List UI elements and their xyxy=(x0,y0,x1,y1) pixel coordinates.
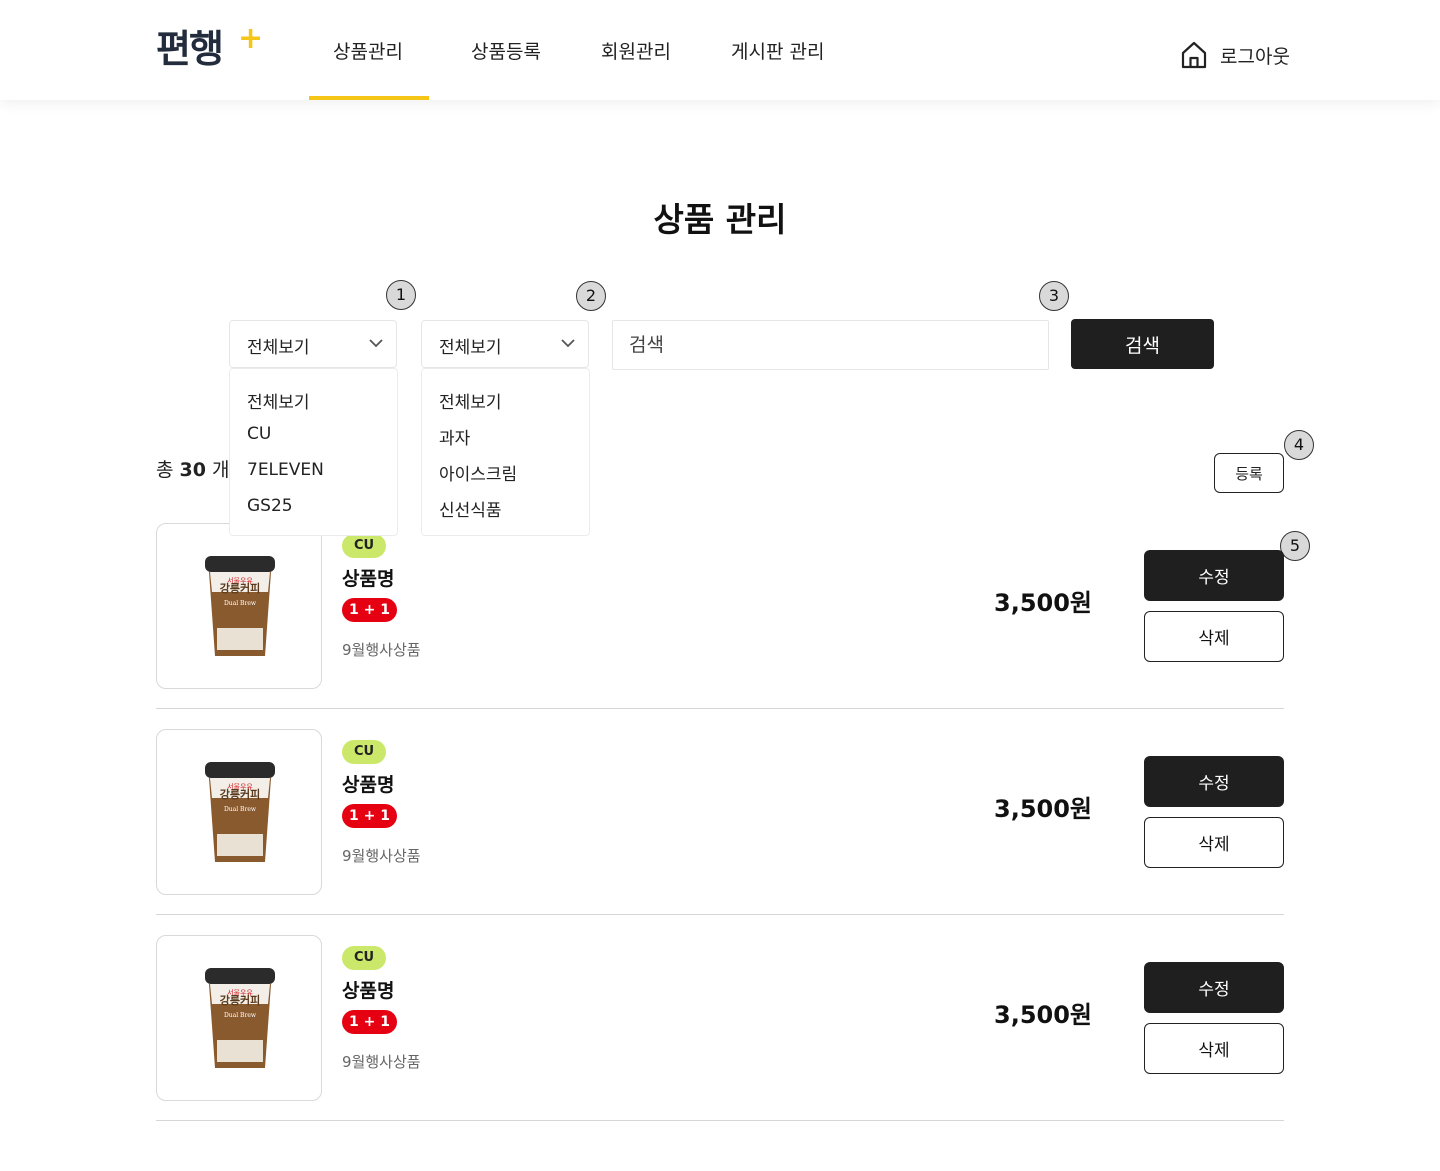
event-label: 9월행사상품 xyxy=(342,1053,421,1071)
page-title: 상품 관리 xyxy=(653,200,787,239)
logout-label: 로그아웃 xyxy=(1220,45,1290,68)
product-row: 서울우유 강릉커피 Dual Brew CU 상품명 1 + 1 9월행사상품 … xyxy=(156,935,1284,1121)
edit-button[interactable]: 수정 xyxy=(1144,962,1284,1013)
annotation-marker-2: 2 xyxy=(576,281,606,311)
nav-product-manage[interactable]: 상품관리 xyxy=(333,38,403,66)
store-select-value: 전체보기 xyxy=(247,338,310,358)
product-row: 서울우유 강릉커피 Dual Brew CU 상품명 1 + 1 9월행사상품 … xyxy=(156,729,1284,915)
logo-plus: + xyxy=(238,21,263,56)
svg-text:강릉커피: 강릉커피 xyxy=(220,581,260,595)
product-image[interactable]: 서울우유 강릉커피 Dual Brew xyxy=(156,935,322,1101)
delete-button[interactable]: 삭제 xyxy=(1144,1023,1284,1074)
coffee-cup-image: 서울우유 강릉커피 Dual Brew xyxy=(205,968,275,1068)
svg-text:Dual Brew: Dual Brew xyxy=(224,600,257,607)
edit-button[interactable]: 수정 xyxy=(1144,550,1284,601)
register-button[interactable]: 등록 xyxy=(1214,453,1284,493)
category-option[interactable]: 전체보기 xyxy=(439,388,502,413)
store-option[interactable]: GS25 xyxy=(247,496,293,516)
store-option[interactable]: 전체보기 xyxy=(247,388,310,413)
store-badge: CU xyxy=(342,740,386,764)
coffee-cup-image: 서울우유 강릉커피 Dual Brew xyxy=(205,556,275,656)
row-divider xyxy=(156,914,1284,915)
annotation-marker-1: 1 xyxy=(386,280,416,310)
total-number: 30 xyxy=(179,459,206,481)
home-icon xyxy=(1181,41,1207,69)
store-badge: CU xyxy=(342,534,386,558)
store-option[interactable]: CU xyxy=(247,424,271,444)
total-count: 총 30 개 xyxy=(156,455,230,482)
product-image[interactable]: 서울우유 강릉커피 Dual Brew xyxy=(156,523,322,689)
nav-board-manage[interactable]: 게시판 관리 xyxy=(731,38,824,66)
product-name: 상품명 xyxy=(342,774,395,796)
product-price: 3,500원 xyxy=(994,795,1092,823)
category-option[interactable]: 신선식품 xyxy=(439,496,502,521)
store-option[interactable]: 7ELEVEN xyxy=(247,460,324,480)
promo-badge: 1 + 1 xyxy=(342,804,397,828)
svg-text:강릉커피: 강릉커피 xyxy=(220,787,260,801)
active-nav-indicator xyxy=(309,96,429,100)
row-divider xyxy=(156,1120,1284,1121)
total-suffix: 개 xyxy=(212,459,230,481)
total-prefix: 총 xyxy=(156,459,174,481)
edit-button[interactable]: 수정 xyxy=(1144,756,1284,807)
svg-text:강릉커피: 강릉커피 xyxy=(220,993,260,1007)
store-dropdown: 전체보기 CU 7ELEVEN GS25 xyxy=(229,368,398,536)
logo-text: 편행 xyxy=(156,27,224,71)
search-button[interactable]: 검색 xyxy=(1071,319,1214,369)
chevron-down-icon xyxy=(369,339,383,348)
search-input[interactable] xyxy=(612,320,1049,370)
category-select-value: 전체보기 xyxy=(439,338,502,358)
row-divider xyxy=(156,708,1284,709)
top-header: 편행 + 상품관리 상품등록 회원관리 게시판 관리 로그아웃 xyxy=(0,0,1440,100)
nav-product-register[interactable]: 상품등록 xyxy=(471,38,541,66)
annotation-marker-4: 4 xyxy=(1284,430,1314,460)
svg-text:Dual Brew: Dual Brew xyxy=(224,1012,257,1019)
logout-button[interactable]: 로그아웃 xyxy=(1180,38,1290,72)
app-logo[interactable]: 편행 + xyxy=(156,21,263,72)
delete-button[interactable]: 삭제 xyxy=(1144,817,1284,868)
product-name: 상품명 xyxy=(342,980,395,1002)
product-price: 3,500원 xyxy=(994,1001,1092,1029)
event-label: 9월행사상품 xyxy=(342,847,421,865)
store-badge: CU xyxy=(342,946,386,970)
svg-text:Dual Brew: Dual Brew xyxy=(224,806,257,813)
chevron-down-icon xyxy=(561,339,575,348)
nav-member-manage[interactable]: 회원관리 xyxy=(601,38,671,66)
promo-badge: 1 + 1 xyxy=(342,1010,397,1034)
category-select[interactable]: 전체보기 xyxy=(421,320,589,368)
store-select[interactable]: 전체보기 xyxy=(229,320,397,368)
annotation-marker-3: 3 xyxy=(1039,281,1069,311)
product-row: 서울우유 강릉커피 Dual Brew CU 상품명 1 + 1 9월행사상품 … xyxy=(156,523,1284,709)
category-option[interactable]: 아이스크림 xyxy=(439,460,517,485)
product-name: 상품명 xyxy=(342,568,395,590)
event-label: 9월행사상품 xyxy=(342,641,421,659)
product-price: 3,500원 xyxy=(994,589,1092,617)
annotation-marker-5: 5 xyxy=(1280,531,1310,561)
coffee-cup-image: 서울우유 강릉커피 Dual Brew xyxy=(205,762,275,862)
promo-badge: 1 + 1 xyxy=(342,598,397,622)
category-option[interactable]: 과자 xyxy=(439,424,470,449)
product-image[interactable]: 서울우유 강릉커피 Dual Brew xyxy=(156,729,322,895)
category-dropdown: 전체보기 과자 아이스크림 신선식품 xyxy=(421,368,590,536)
delete-button[interactable]: 삭제 xyxy=(1144,611,1284,662)
